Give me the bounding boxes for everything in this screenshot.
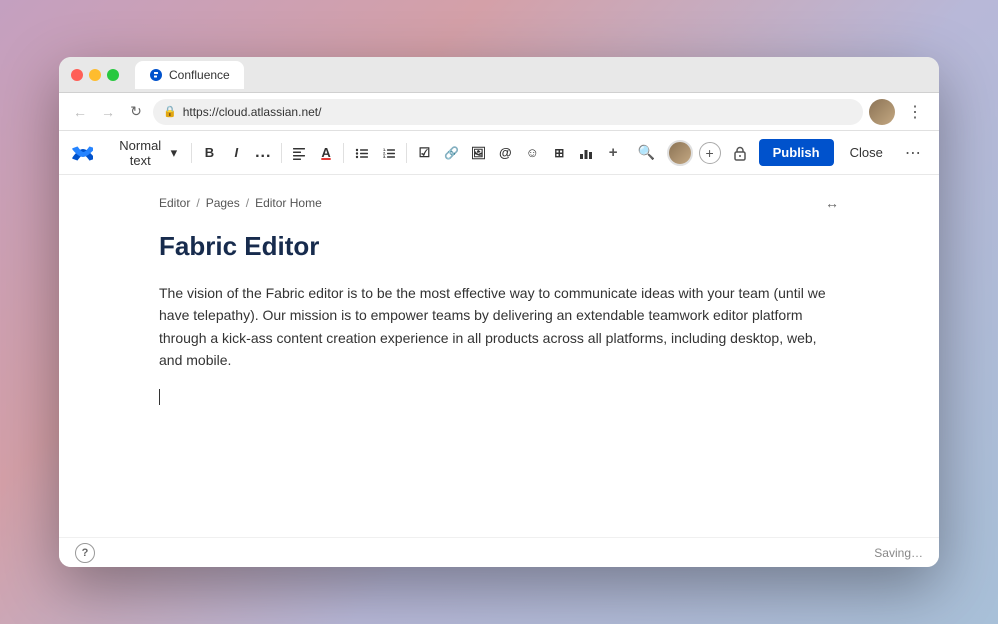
more-formatting-button[interactable]: ...: [252, 139, 275, 167]
text-color-label: A: [321, 145, 330, 160]
search-button[interactable]: 🔍: [633, 139, 661, 167]
tab-favicon: [149, 68, 163, 82]
saving-status: Saving…: [874, 546, 923, 560]
task-list-button[interactable]: ☑: [413, 139, 436, 167]
refresh-button[interactable]: ↻: [125, 101, 147, 123]
page-title[interactable]: Fabric Editor: [159, 231, 839, 262]
mention-button[interactable]: @: [494, 139, 517, 167]
forward-button[interactable]: →: [97, 101, 119, 123]
breadcrumb-sep-1: /: [196, 196, 199, 210]
minimize-window-button[interactable]: [89, 69, 101, 81]
italic-button[interactable]: I: [225, 139, 248, 167]
toolbar-divider-3: [343, 143, 344, 163]
browser-window: Confluence ← → ↻ 🔒 https://cloud.atlassi…: [59, 57, 939, 567]
breadcrumb-editor[interactable]: Editor: [159, 196, 190, 210]
paragraph-style-select[interactable]: Normal text ▾: [106, 134, 185, 172]
toolbar-divider-2: [281, 143, 282, 163]
cursor-line: [159, 388, 839, 406]
address-bar[interactable]: 🔒 https://cloud.atlassian.net/: [153, 99, 863, 125]
title-bar: Confluence: [59, 57, 939, 93]
user-avatar: [667, 140, 693, 166]
svg-text:3.: 3.: [383, 154, 386, 159]
tab-title: Confluence: [169, 68, 230, 82]
breadcrumb-editor-home[interactable]: Editor Home: [255, 196, 322, 210]
toolbar-divider-4: [406, 143, 407, 163]
expand-button[interactable]: ↔: [825, 195, 839, 211]
breadcrumb: Editor / Pages / Editor Home ↔: [159, 195, 839, 211]
table-button[interactable]: ⊞: [548, 139, 571, 167]
traffic-lights: [71, 69, 119, 81]
breadcrumb-pages[interactable]: Pages: [206, 196, 240, 210]
chart-button[interactable]: [575, 139, 598, 167]
back-button[interactable]: ←: [69, 101, 91, 123]
close-button[interactable]: Close: [840, 139, 893, 166]
toolbar-divider-1: [191, 143, 192, 163]
page-body[interactable]: The vision of the Fabric editor is to be…: [159, 282, 839, 406]
add-collaborator-button[interactable]: +: [699, 142, 721, 164]
editor-content: Editor / Pages / Editor Home ↔ Fabric Ed…: [119, 175, 879, 426]
link-button[interactable]: 🔗: [440, 139, 463, 167]
profile-avatar[interactable]: [869, 99, 895, 125]
align-button[interactable]: [288, 139, 311, 167]
body-text: The vision of the Fabric editor is to be…: [159, 282, 839, 372]
bullet-list-button[interactable]: [350, 139, 373, 167]
paragraph-style-label: Normal text: [114, 138, 167, 168]
image-button[interactable]: 🖼: [467, 139, 490, 167]
tab-area: Confluence: [135, 61, 927, 89]
insert-more-button[interactable]: +: [602, 139, 625, 167]
numbered-list-button[interactable]: 1. 2. 3.: [377, 139, 400, 167]
lock-icon: 🔒: [163, 105, 177, 118]
nav-more-button[interactable]: ⋮: [901, 98, 929, 126]
bold-button[interactable]: B: [198, 139, 221, 167]
close-window-button[interactable]: [71, 69, 83, 81]
editor-area[interactable]: Editor / Pages / Editor Home ↔ Fabric Ed…: [59, 175, 939, 537]
toolbar-right: 🔍 + Publish Close ⋯: [633, 139, 927, 167]
nav-bar: ← → ↻ 🔒 https://cloud.atlassian.net/ ⋮: [59, 93, 939, 131]
address-text: https://cloud.atlassian.net/: [183, 105, 853, 119]
text-color-button[interactable]: A: [315, 139, 338, 167]
browser-tab[interactable]: Confluence: [135, 61, 244, 89]
editor-toolbar: Normal text ▾ B I ... A: [59, 131, 939, 175]
maximize-window-button[interactable]: [107, 69, 119, 81]
breadcrumb-sep-2: /: [246, 196, 249, 210]
help-button[interactable]: ?: [75, 543, 95, 563]
toolbar-more-button[interactable]: ⋯: [899, 139, 927, 167]
publish-button[interactable]: Publish: [759, 139, 834, 166]
restrict-button[interactable]: [727, 140, 753, 166]
emoji-button[interactable]: ☺: [521, 139, 544, 167]
status-bar: ? Saving…: [59, 537, 939, 567]
paragraph-chevron: ▾: [171, 145, 178, 161]
confluence-logo: [71, 139, 94, 167]
text-cursor: [159, 389, 160, 405]
